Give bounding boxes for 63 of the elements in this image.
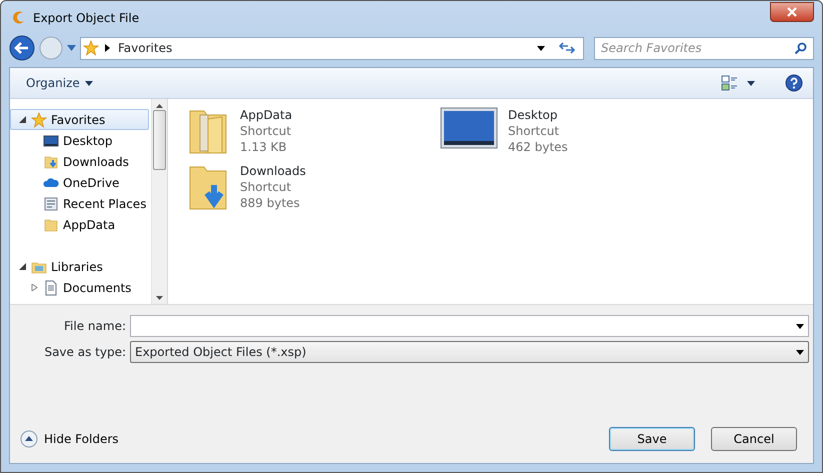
file-tile[interactable]: Desktop Shortcut 462 bytes [440,107,694,163]
file-size: 889 bytes [240,195,301,211]
breadcrumb-arrow-icon[interactable] [105,44,110,52]
tree-item[interactable]: Favorites [10,109,149,130]
view-options-icon[interactable] [721,75,739,91]
monitor-icon [43,132,59,148]
refresh-icon[interactable] [559,41,575,55]
scrollbar[interactable] [151,99,167,304]
monitor-icon [440,107,498,149]
file-type: Shortcut [240,179,292,195]
folder-arrow-icon [43,154,59,170]
file-size: 1.13 KB [240,139,288,155]
tree-item[interactable]: Desktop [10,130,149,151]
file-name: AppData [240,107,292,123]
app-logo-icon [11,10,27,26]
folder-icon [43,216,59,232]
address-bar[interactable]: Favorites [80,36,584,60]
dropdown-arrow-icon [796,350,804,354]
expanded-icon[interactable] [18,263,26,270]
star-icon [83,40,99,56]
window-title: Export Object File [33,10,140,26]
tree-item[interactable]: Downloads [10,151,149,172]
save-type-label: Save as type: [43,344,127,361]
back-button[interactable] [9,35,35,61]
dialog-button[interactable]: Save [609,427,695,451]
file-type: Shortcut [508,123,560,139]
collapsed-icon[interactable] [30,284,38,291]
scroll-up-icon[interactable] [156,104,163,108]
tree-item[interactable]: Documents [10,277,149,298]
close-icon [786,6,798,16]
organize-menu[interactable]: Organize [26,74,93,92]
file-name-label: File name: [63,318,127,335]
dropdown-arrow-icon[interactable] [537,46,545,50]
close-button[interactable] [770,2,814,22]
tree-item[interactable]: AppData [10,214,149,235]
tree-item[interactable]: Libraries [10,256,149,277]
scroll-thumb[interactable] [153,110,166,170]
file-name-field[interactable] [130,315,809,337]
caret-icon[interactable] [747,80,755,86]
file-name: Downloads [240,163,306,179]
file-name: Desktop [508,107,558,123]
hide-folders-button[interactable]: Hide Folders [20,430,119,448]
file-type: Shortcut [240,123,292,139]
search-icon [794,42,807,54]
collapse-icon [20,430,38,448]
breadcrumb-item[interactable]: Favorites [118,39,172,57]
file-size: 462 bytes [508,139,568,155]
file-tile[interactable]: Downloads Shortcut 889 bytes [186,163,440,219]
dialog-button[interactable]: Cancel [711,427,797,451]
document-stack-icon [43,196,59,212]
tree-item[interactable]: Recent Places [10,193,149,214]
star-icon [31,112,47,128]
search-field[interactable]: Search Favorites [594,36,814,60]
save-type-dropdown[interactable]: Exported Object Files (*.xsp) [130,341,809,363]
dropdown-arrow-icon[interactable] [796,324,804,328]
scroll-down-icon[interactable] [156,296,163,300]
expanded-icon[interactable] [18,116,26,123]
caret-icon [84,80,93,86]
tree-item[interactable]: OneDrive [10,172,149,193]
history-dropdown-icon[interactable] [67,45,76,51]
document-icon [43,280,59,296]
help-icon[interactable] [785,74,803,92]
file-tile[interactable]: AppData Shortcut 1.13 KB [186,107,440,163]
